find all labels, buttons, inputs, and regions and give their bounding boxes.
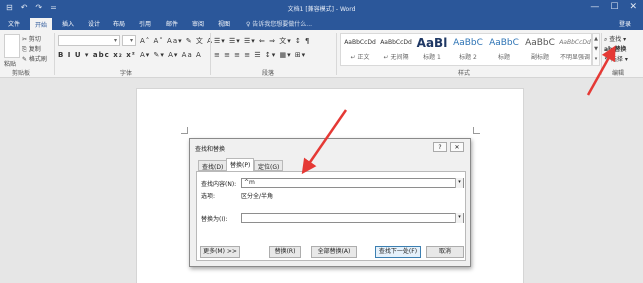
more-button[interactable]: 更多(M) >> [200, 246, 240, 258]
tab-goto[interactable]: 定位(G) [254, 160, 284, 171]
tell-me-search[interactable]: ♀ 告诉我您想要做什么... [246, 19, 312, 28]
crop-mark [181, 127, 188, 134]
find-value: ^m [244, 179, 255, 186]
style-subtitle[interactable]: AaBbC 副标题 [522, 36, 558, 65]
group-divider [601, 33, 602, 75]
find-button[interactable]: ⌕ 查找 ▾ [604, 34, 626, 44]
group-label-editing: 编辑 [612, 70, 625, 77]
style-heading-1[interactable]: AaBl 标题 1 [414, 36, 450, 65]
title-bar: ⊟ ↶ ↷ = 文档1 [兼容模式] - Word — ☐ ✕ [0, 0, 643, 17]
chevron-down-icon[interactable]: ▾ [455, 213, 463, 223]
format-painter-button[interactable]: ✎ 格式刷 [22, 54, 47, 63]
select-button[interactable]: ↖ 选择 ▾ [604, 54, 628, 63]
replace-button[interactable]: ab 替换 [604, 44, 626, 53]
copy-button[interactable]: ⎘ 复制 [22, 44, 41, 54]
group-label-font: 字体 [120, 70, 133, 77]
chevron-down-icon[interactable]: ▾ [455, 178, 463, 188]
font-size-combo[interactable]: ▾ [122, 35, 136, 46]
window-controls: — ☐ ✕ [590, 2, 637, 12]
find-input[interactable]: ^m ▾ [241, 178, 464, 188]
font-row-2[interactable]: B I U ▾ abc x₂ x² [58, 51, 136, 59]
find-next-button[interactable]: 查找下一处(F) [375, 246, 421, 258]
options-label: 选项: [201, 193, 216, 200]
tab-layout[interactable]: 布局 [113, 19, 125, 28]
ribbon-home: 粘贴 ✂ 剪切 ⎘ 复制 ✎ 格式刷 剪贴板 ▾ ▾ A˄ A˅ Aa▾ ✎ 文… [0, 30, 643, 78]
style-title[interactable]: AaBbC 标题 [486, 36, 522, 65]
find-label: 查找内容(N): [201, 181, 237, 188]
dialog-close-button[interactable]: ✕ [450, 142, 464, 152]
tab-file[interactable]: 文件 [8, 19, 20, 28]
window-title: 文档1 [兼容模式] - Word [287, 6, 356, 13]
styles-scroll[interactable]: ▲ ▼ ▾ [592, 33, 600, 66]
replace-one-button[interactable]: 替换(R) [269, 246, 301, 258]
group-divider [54, 33, 55, 75]
group-label-paragraph: 段落 [262, 70, 275, 77]
tab-design[interactable]: 设计 [88, 19, 100, 28]
chevron-down-icon: ▾ [129, 37, 133, 44]
sign-in-link[interactable]: 登录 [619, 19, 631, 28]
tab-view[interactable]: 视图 [218, 19, 230, 28]
style-no-spacing[interactable]: AaBbCcDd ↵ 无间隔 [378, 36, 414, 65]
paragraph-row-1[interactable]: ☰▾ ☰▾ ☰▾ ⇐ ⇒ 文▾ ↕ ¶ [214, 36, 311, 46]
maximize-button[interactable]: ☐ [610, 2, 618, 12]
replace-all-button[interactable]: 全部替换(A) [311, 246, 357, 258]
tab-mailings[interactable]: 邮件 [166, 19, 178, 28]
style-heading-2[interactable]: AaBbC 标题 2 [450, 36, 486, 65]
style-subtle-emphasis[interactable]: AaBbCcDd 不明显强调 [557, 36, 593, 65]
help-button[interactable]: ? [433, 142, 447, 152]
close-button[interactable]: ✕ [629, 2, 637, 12]
tab-replace[interactable]: 替换(P) [226, 158, 255, 172]
paragraph-row-2[interactable]: ≡ ≡ ≡ ≡ ☰ ↕▾ ▦▾ ⊞▾ [214, 51, 306, 59]
dialog-title: 查找和替换 [195, 146, 226, 153]
paste-button[interactable]: 粘贴 [4, 59, 16, 68]
group-divider [210, 33, 211, 75]
font-row-3[interactable]: A▾ ✎▾ A▾ Aa A [140, 51, 202, 59]
tab-insert[interactable]: 插入 [62, 19, 74, 28]
tab-review[interactable]: 审阅 [192, 19, 204, 28]
tab-home[interactable]: 开始 [30, 18, 53, 30]
find-replace-dialog: 查找和替换 ? ✕ 查找(D) 替换(P) 定位(G) 查找内容(N): ^m … [189, 138, 471, 267]
cancel-button[interactable]: 取消 [426, 246, 464, 258]
group-label-clipboard: 剪贴板 [12, 70, 31, 77]
font-row-1[interactable]: A˄ A˅ Aa▾ ✎ 文 A [140, 36, 213, 46]
group-label-styles: 样式 [458, 70, 471, 77]
cut-button[interactable]: ✂ 剪切 [22, 34, 41, 43]
tab-find[interactable]: 查找(D) [198, 160, 228, 171]
ribbon-tab-bar: 文件 开始 插入 设计 布局 引用 邮件 审阅 视图 ♀ 告诉我您想要做什么..… [0, 17, 643, 30]
styles-gallery: AaBbCcDd ↵ 正文 AaBbCcDd ↵ 无间隔 AaBl 标题 1 A… [340, 33, 592, 66]
style-normal[interactable]: AaBbCcDd ↵ 正文 [342, 36, 378, 65]
paste-icon[interactable] [4, 34, 20, 58]
chevron-down-icon: ▾ [113, 37, 117, 44]
replace-input[interactable]: ▾ [241, 213, 464, 223]
options-value: 区分全/半角 [241, 193, 274, 200]
crop-mark [473, 127, 480, 134]
minimize-button[interactable]: — [590, 2, 599, 12]
group-divider [336, 33, 337, 75]
font-name-combo[interactable]: ▾ [58, 35, 120, 46]
replace-label: 替换为(I): [201, 216, 228, 223]
tab-references[interactable]: 引用 [139, 19, 151, 28]
